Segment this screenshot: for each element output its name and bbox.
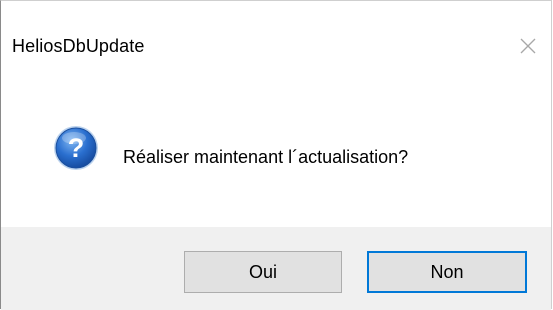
message-text: Réaliser maintenant l´actualisation?	[123, 147, 409, 167]
no-button[interactable]: Non	[367, 251, 527, 293]
question-icon: ?	[54, 126, 98, 170]
message-dialog: HeliosDbUpdate ? Réaliser maintenant l´a…	[0, 0, 552, 310]
button-bar: Oui Non	[1, 227, 551, 310]
title-bar[interactable]: HeliosDbUpdate	[1, 1, 551, 89]
yes-button[interactable]: Oui	[184, 251, 342, 293]
close-button[interactable]	[505, 23, 551, 69]
svg-text:?: ?	[68, 133, 85, 163]
window-title: HeliosDbUpdate	[12, 36, 145, 56]
close-icon	[520, 38, 536, 54]
dialog-content: ? Réaliser maintenant l´actualisation?	[1, 89, 551, 227]
